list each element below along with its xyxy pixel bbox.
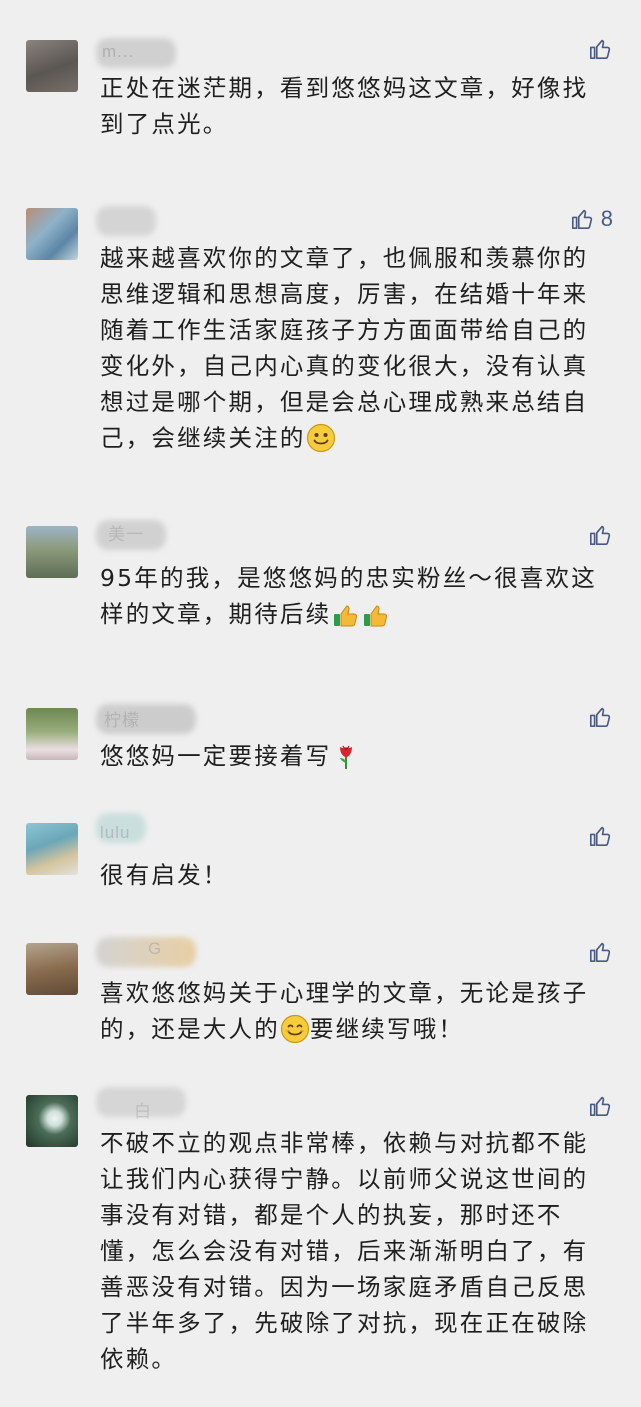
thumbs-up-icon [587,823,613,849]
username[interactable]: 白 [134,1097,152,1122]
username-blurred [96,937,196,967]
smile-emoji-icon [306,423,335,453]
like-count: 8 [600,206,613,231]
comment-text-tail: 要继续写哦！ [309,1015,465,1043]
like-button[interactable] [587,36,613,62]
thumbs-up-icon [587,522,613,548]
thumbs-up-icon [587,939,613,965]
comment-text: 喜欢悠悠妈关于心理学的文章，无论是孩子的，还是大人的 要继续写哦！ [100,975,610,1047]
comment-text-body: 悠悠妈一定要接着写 [100,742,332,770]
comment-text: 很有启发！ [100,861,229,889]
username[interactable]: m... [102,42,134,62]
avatar[interactable] [26,526,78,578]
username[interactable]: G [148,939,162,959]
thumbs-up-icon [587,36,613,62]
comment-item: 白 不破不立的观点非常棒，依赖与对抗都不能让我们内心获得宁静。以前师父说这世间的… [0,1075,641,1407]
comment-text: 不破不立的观点非常棒，依赖与对抗都不能让我们内心获得宁静。以前师父说这世间的事没… [100,1129,589,1373]
avatar[interactable] [26,208,78,260]
avatar[interactable] [26,823,78,875]
username-blurred [96,206,156,236]
like-button[interactable] [587,522,613,548]
comment-item: 8 越来越喜欢你的文章了，也佩服和羡慕你的思维逻辑和思想高度，厉害，在结婚十年来… [0,190,641,490]
thumbs-up-icon [569,206,595,232]
comment-text: 越来越喜欢你的文章了，也佩服和羡慕你的思维逻辑和思想高度，厉害，在结婚十年来随着… [100,240,610,456]
avatar[interactable] [26,943,78,995]
comment-item: 柠檬 悠悠妈一定要接着写 [0,690,641,790]
thumbs-up-icon [587,704,613,730]
comment-item: m... 正处在迷茫期，看到悠悠妈这文章，好像找到了点光。 [0,0,641,160]
like-button[interactable]: 8 [569,206,613,232]
comment-item: G 喜欢悠悠妈关于心理学的文章，无论是孩子的，还是大人的 要继续写哦！ [0,925,641,1065]
like-button[interactable] [587,939,613,965]
like-button[interactable] [587,1093,613,1119]
thumbs-up-emoji-icon [334,605,358,627]
comment-item: lulu 很有启发！ [0,805,641,915]
avatar[interactable] [26,708,78,760]
username[interactable]: 柠檬 [104,706,140,731]
thumbs-up-icon [587,1093,613,1119]
comment-text: 正处在迷茫期，看到悠悠妈这文章，好像找到了点光。 [100,74,589,138]
comment-item: 美一 95年的我，是悠悠妈的忠实粉丝～很喜欢这样的文章，期待后续 [0,500,641,640]
like-button[interactable] [587,823,613,849]
username[interactable]: 美一 [108,520,144,545]
avatar[interactable] [26,40,78,92]
comment-text-body: 越来越喜欢你的文章了，也佩服和羡慕你的思维逻辑和思想高度，厉害，在结婚十年来随着… [100,244,589,452]
comment-text: 悠悠妈一定要接着写 [100,738,610,774]
avatar[interactable] [26,1095,78,1147]
comment-text: 95年的我，是悠悠妈的忠实粉丝～很喜欢这样的文章，期待后续 [100,560,610,632]
thumbs-up-emoji-icon [364,605,388,627]
username[interactable]: lulu [100,823,130,843]
rose-emoji-icon [340,745,353,769]
like-button[interactable] [587,704,613,730]
smile-emoji-icon [280,1014,310,1044]
